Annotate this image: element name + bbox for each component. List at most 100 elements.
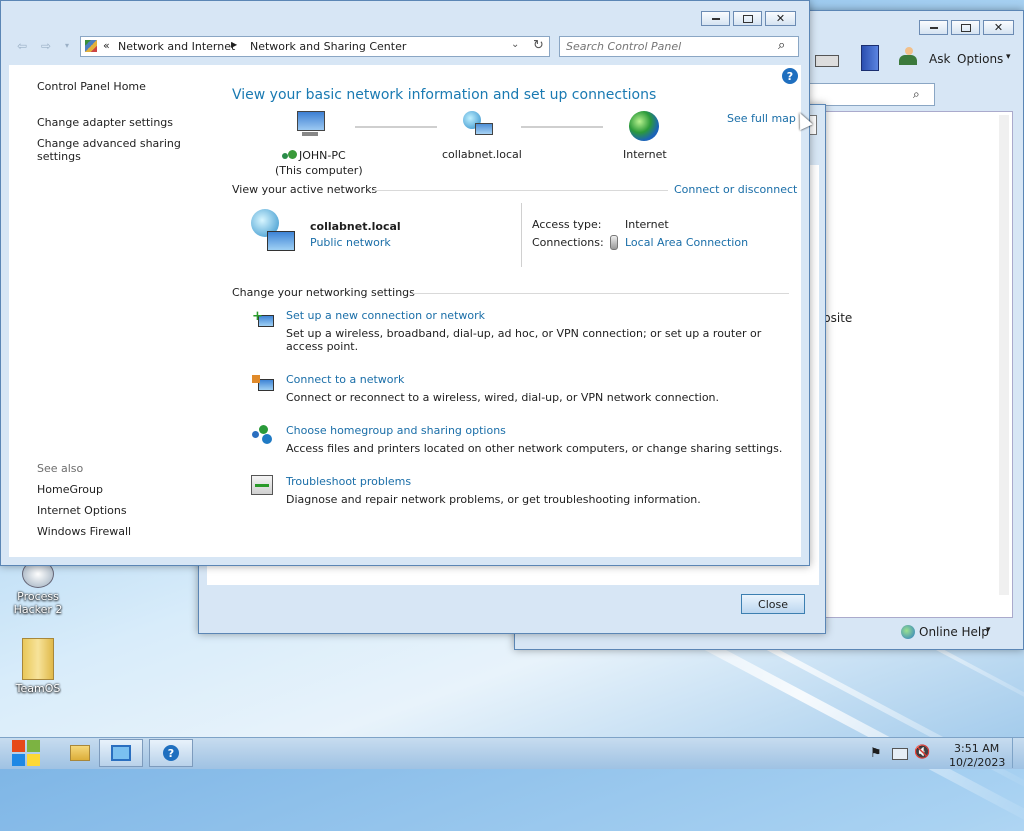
computer-icon — [297, 111, 327, 137]
back-arrow-icon[interactable]: ⇦ — [17, 39, 27, 53]
taskbar-help[interactable]: ? — [149, 739, 193, 767]
ethernet-icon — [610, 235, 618, 250]
control-panel-icon — [85, 40, 97, 52]
windows-logo-icon — [12, 740, 25, 752]
options-button[interactable]: Options — [957, 52, 1003, 66]
forward-arrow-icon[interactable]: ⇨ — [41, 39, 51, 53]
see-also-heading: See also — [37, 462, 84, 475]
change-settings-heading: Change your networking settings — [232, 286, 415, 299]
divider — [521, 203, 522, 267]
network-icon — [251, 209, 299, 255]
troubleshoot-link[interactable]: Troubleshoot problems — [286, 475, 411, 488]
minimize-button[interactable] — [919, 20, 948, 35]
computer-sub-label: (This computer) — [275, 164, 363, 177]
globe-icon — [901, 625, 915, 639]
taskbar-control-panel[interactable] — [99, 739, 143, 767]
sidebar-item-advanced-sharing[interactable]: Change advanced sharing settings — [37, 137, 187, 163]
search-icon[interactable]: ⌕ — [778, 38, 785, 53]
caption-buttons: ✕ — [701, 11, 796, 26]
close-button[interactable]: ✕ — [983, 20, 1014, 35]
divider — [413, 293, 789, 294]
connect-network-link[interactable]: Connect to a network — [286, 373, 404, 386]
close-button[interactable]: Close — [741, 594, 805, 614]
active-network-name: collabnet.local — [310, 220, 401, 233]
local-area-connection-link[interactable]: Local Area Connection — [625, 236, 748, 249]
sidebar-control-panel-home[interactable]: Control Panel Home — [37, 80, 146, 93]
sidebar-item-adapter-settings[interactable]: Change adapter settings — [37, 116, 173, 129]
setup-connection-link[interactable]: Set up a new connection or network — [286, 309, 485, 322]
desktop-icon-process-hacker[interactable]: Process Hacker 2 — [8, 560, 68, 616]
breadcrumb-current[interactable]: Network and Sharing Center — [250, 40, 406, 53]
homegroup-options-desc: Access files and printers located on oth… — [286, 442, 783, 455]
network-type-link[interactable]: Public network — [310, 236, 391, 249]
refresh-icon[interactable]: ↻ — [533, 38, 544, 53]
close-button[interactable]: ✕ — [765, 11, 796, 26]
map-connector — [521, 126, 603, 128]
ask-button[interactable]: Ask — [929, 52, 950, 66]
speaker-muted-icon[interactable]: 🔇 — [914, 745, 930, 760]
troubleshoot-icon — [251, 475, 273, 495]
access-type-label: Access type: — [532, 218, 602, 231]
breadcrumb-network-internet[interactable]: Network and Internet — [118, 40, 235, 53]
taskbar-explorer[interactable] — [58, 739, 102, 767]
folder-icon — [22, 638, 54, 680]
network-icon — [463, 111, 493, 139]
search-input[interactable] — [564, 39, 768, 54]
chevron-down-icon[interactable]: ▾ — [986, 625, 991, 635]
content-pane: ? Control Panel Home Change adapter sett… — [9, 65, 801, 557]
sidebar-link-windows-firewall[interactable]: Windows Firewall — [37, 525, 131, 538]
sidebar-link-internet-options[interactable]: Internet Options — [37, 504, 127, 517]
computer-name: JOHN-PC — [299, 149, 346, 162]
printer-icon[interactable] — [815, 47, 845, 69]
minimize-button[interactable] — [701, 11, 730, 26]
recent-pages-icon[interactable]: ▾ — [65, 41, 69, 50]
help-icon: ? — [163, 745, 179, 761]
homegroup-icon — [252, 425, 274, 445]
folder-icon — [70, 745, 90, 761]
breadcrumb-separator-icon[interactable]: ▶ — [231, 40, 237, 49]
address-bar[interactable]: « Network and Internet ▶ Network and Sha… — [80, 36, 550, 57]
ask-people-icon — [899, 47, 919, 69]
taskbar: ? ⚑ 🔇 3:51 AM 10/2/2023 — [0, 737, 1024, 769]
chevron-down-icon[interactable]: ▾ — [1006, 52, 1011, 62]
network-tray-icon[interactable] — [892, 748, 908, 760]
connect-network-desc: Connect or reconnect to a wireless, wire… — [286, 391, 720, 404]
clock-date[interactable]: 10/2/2023 — [949, 756, 1005, 769]
network-label: collabnet.local — [442, 148, 522, 161]
online-help-button[interactable]: Online Help — [919, 625, 989, 639]
search-box[interactable]: ⌕ — [559, 36, 799, 57]
breadcrumb-chevron-icon[interactable]: « — [103, 39, 110, 52]
scrollbar[interactable] — [999, 115, 1009, 595]
connections-label: Connections: — [532, 236, 604, 249]
setup-connection-desc: Set up a wireless, broadband, dial-up, a… — [286, 327, 762, 353]
desktop-icon-label: TeamOS — [15, 682, 61, 695]
search-icon[interactable]: ⌕ — [913, 87, 920, 102]
see-full-map-link[interactable]: See full map — [727, 112, 796, 125]
maximize-button[interactable] — [951, 20, 980, 35]
network-sharing-center-window[interactable]: ✕ ⇦ ⇨ ▾ « Network and Internet ▶ Network… — [0, 0, 810, 566]
flag-icon[interactable]: ⚑ — [870, 746, 882, 761]
internet-globe-icon — [629, 111, 659, 141]
homegroup-options-link[interactable]: Choose homegroup and sharing options — [286, 424, 506, 437]
new-connection-icon: + — [252, 309, 274, 331]
connect-disconnect-link[interactable]: Connect or disconnect — [674, 183, 797, 196]
desktop-icon-label: Process Hacker 2 — [13, 590, 63, 616]
desktop-icon-teamos[interactable]: TeamOS — [8, 638, 68, 695]
map-connector — [355, 126, 437, 128]
homegroup-icon — [282, 149, 298, 161]
start-button[interactable] — [10, 738, 42, 768]
access-type-value: Internet — [625, 218, 669, 231]
maximize-button[interactable] — [733, 11, 762, 26]
chevron-down-icon[interactable]: ⌄ — [511, 39, 519, 50]
sidebar-link-homegroup[interactable]: HomeGroup — [37, 483, 103, 496]
troubleshoot-desc: Diagnose and repair network problems, or… — [286, 493, 701, 506]
active-networks-heading: View your active networks — [232, 183, 378, 196]
clock-time[interactable]: 3:51 AM — [954, 742, 999, 755]
show-desktop-button[interactable] — [1012, 738, 1024, 768]
book-icon[interactable] — [861, 45, 879, 71]
partial-text: bsite — [823, 311, 853, 325]
caption-buttons: ✕ — [919, 20, 1014, 35]
divider — [372, 190, 668, 191]
internet-label: Internet — [623, 148, 667, 161]
help-icon[interactable]: ? — [782, 68, 798, 84]
